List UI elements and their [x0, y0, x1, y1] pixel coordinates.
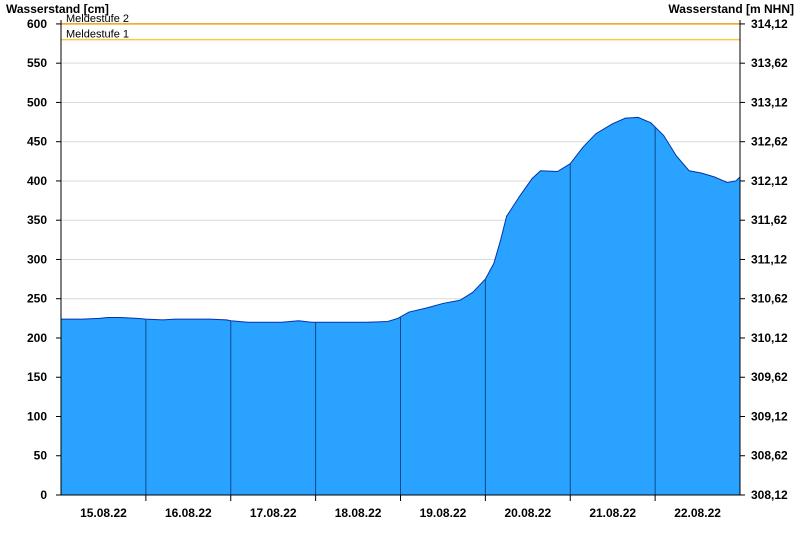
- water-level-chart: Wasserstand [cm] Wasserstand [m NHN] Mel…: [0, 0, 800, 550]
- y-left-tick-label: 300: [27, 252, 47, 266]
- x-tick-label: 20.08.22: [504, 506, 551, 520]
- y-left-tick-label: 350: [27, 213, 47, 227]
- threshold-label: Meldestufe 2: [66, 13, 129, 25]
- y-right-tick-label: 313,62: [751, 56, 788, 70]
- y-left-tick-label: 200: [27, 331, 47, 345]
- y-left-tick-label: 0: [40, 488, 47, 502]
- y-right-tick-label: 310,12: [751, 331, 788, 345]
- x-tick-label: 16.08.22: [165, 506, 212, 520]
- y-left-tick-label: 50: [34, 449, 48, 463]
- y-right-tick-label: 312,12: [751, 174, 788, 188]
- y-right-tick-label: 313,12: [751, 95, 788, 109]
- y-left-tick-label: 150: [27, 370, 47, 384]
- y-right-tick-label: 309,12: [751, 409, 788, 423]
- y-left-tick-label: 600: [27, 17, 47, 31]
- y-right-tick-label: 308,12: [751, 488, 788, 502]
- y-right-tick-label: 308,62: [751, 449, 788, 463]
- y-right-tick-label: 314,12: [751, 17, 788, 31]
- y-left-tick-label: 400: [27, 174, 47, 188]
- y-left-tick-label: 550: [27, 56, 47, 70]
- y-left-tick-label: 100: [27, 409, 47, 423]
- x-tick-label: 17.08.22: [250, 506, 297, 520]
- y-right-tick-label: 309,62: [751, 370, 788, 384]
- y-left-tick-label: 450: [27, 135, 47, 149]
- x-tick-label: 19.08.22: [420, 506, 467, 520]
- x-tick-label: 21.08.22: [589, 506, 636, 520]
- x-tick-label: 15.08.22: [80, 506, 127, 520]
- threshold-label: Meldestufe 1: [66, 29, 129, 41]
- y-axis-right-title: Wasserstand [m NHN]: [668, 2, 794, 16]
- y-right-tick-label: 311,62: [751, 213, 787, 227]
- y-right-tick-label: 311,12: [751, 252, 787, 266]
- y-right-tick-label: 310,62: [751, 292, 788, 306]
- y-left-tick-label: 250: [27, 292, 47, 306]
- y-left-tick-label: 500: [27, 95, 47, 109]
- y-right-tick-label: 312,62: [751, 135, 788, 149]
- x-tick-label: 18.08.22: [335, 506, 382, 520]
- x-tick-label: 22.08.22: [674, 506, 721, 520]
